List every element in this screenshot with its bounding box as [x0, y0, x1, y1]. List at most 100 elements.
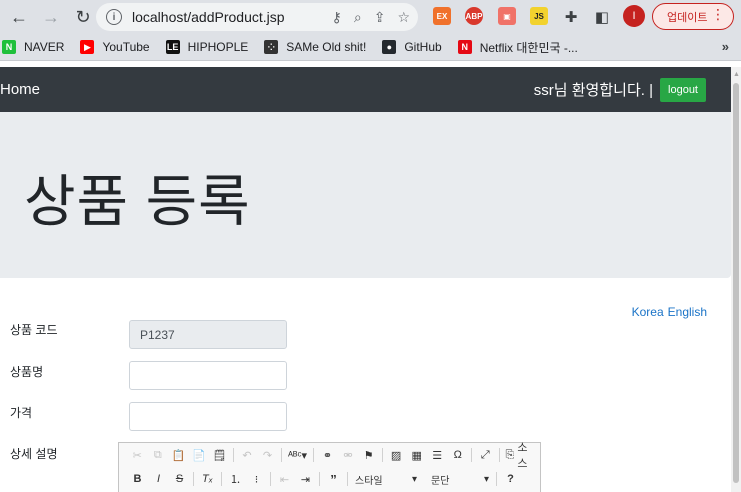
source-icon[interactable]: ⎘ 소스 [503, 442, 540, 470]
zoom-icon[interactable]: ⌕ [354, 9, 362, 26]
back-icon[interactable]: ← [6, 4, 32, 30]
key-icon[interactable]: ⚷ [332, 9, 342, 26]
address-bar[interactable]: i localhost/addProduct.jsp ⚷ ⌕ ⇪ ☆ [96, 3, 418, 31]
forward-icon[interactable]: → [38, 4, 64, 30]
browser-toolbar: ← → ↻ i localhost/addProduct.jsp ⚷ ⌕ ⇪ ☆… [0, 0, 741, 34]
profile-avatar[interactable]: I [623, 5, 645, 27]
korea-link[interactable]: Korea [632, 305, 664, 319]
product-name-field[interactable] [129, 361, 287, 390]
description-label: 상세 설명 [10, 447, 58, 461]
chevron-down-icon: ▾ [411, 473, 417, 485]
redo-icon[interactable]: ↷ [257, 446, 278, 464]
undo-icon[interactable]: ↶ [237, 446, 258, 464]
toolbar-separator [471, 448, 473, 462]
product-name-label: 상품명 [10, 365, 44, 379]
italic-icon[interactable]: I [148, 470, 169, 488]
editor-toolbar-row-2: B I S Tₓ ⒈ ⁝ ⇤ ⇥ ” 스타일 ▾ 문단 ▾ ? [119, 467, 540, 491]
copy-icon[interactable]: ⧉ [148, 446, 169, 464]
page-scrollbar[interactable]: ▲ [731, 67, 741, 492]
strike-icon[interactable]: S [169, 470, 190, 488]
bookmark-same-old-shit[interactable]: ⁘ SAMe Old shit! [264, 40, 366, 54]
bookmark-netflix[interactable]: N Netflix 대한민국 -... [457, 39, 578, 56]
bookmarks-bar: N NAVER ▶ YouTube LE HIPHOPLE ⁘ SAMe Old shit! ●… [0, 34, 741, 61]
puzzle-extensions-icon[interactable]: ✚ [558, 4, 584, 30]
site-info-icon[interactable]: i [106, 9, 122, 25]
horizontal-line-icon[interactable]: ☰ [427, 446, 448, 464]
toolbar-separator [280, 448, 282, 462]
jumbotron: 상품 등록 [0, 112, 731, 278]
toolbar-separator [270, 472, 271, 486]
blockquote-icon[interactable]: ” [323, 470, 344, 488]
reload-icon[interactable]: ↻ [70, 4, 96, 30]
toolbar-separator [313, 448, 315, 462]
bookmark-star-icon[interactable]: ☆ [397, 9, 410, 26]
toolbar-separator [319, 472, 320, 486]
bold-icon[interactable]: B [127, 470, 148, 488]
toolbar-separator [232, 448, 234, 462]
remove-format-icon[interactable]: Tₓ [197, 470, 218, 488]
cut-icon[interactable]: ✂ [127, 446, 148, 464]
js-extension-icon[interactable]: JS [530, 7, 548, 25]
toolbar-separator [496, 472, 497, 486]
bookmark-github[interactable]: ● GitHub [382, 40, 442, 54]
table-icon[interactable]: ▦ [406, 446, 427, 464]
web-page: Home ssr님 환영합니다. | logout 상품 등록 Korea Eng… [0, 67, 731, 492]
style-select[interactable]: 스타일 ▾ [351, 470, 421, 488]
paste-word-icon[interactable]: 🗒 [209, 446, 230, 464]
bookmark-label: Netflix 대한민국 -... [479, 40, 578, 55]
home-link[interactable]: Home [0, 81, 40, 98]
bookmarks-overflow-icon[interactable]: » [722, 39, 729, 54]
paste-text-icon[interactable]: 📄 [189, 446, 210, 464]
same-old-shit-icon: ⁘ [264, 40, 279, 54]
bookmark-youtube[interactable]: ▶ YouTube [80, 40, 150, 54]
screen-extension-icon[interactable]: ▣ [498, 7, 516, 25]
image-icon[interactable]: ▨ [386, 446, 407, 464]
price-label: 가격 [10, 406, 33, 420]
page-title: 상품 등록 [24, 170, 251, 233]
url-text[interactable]: localhost/addProduct.jsp [132, 9, 285, 25]
language-links: Korea English [628, 305, 707, 319]
share-icon[interactable]: ⇪ [374, 9, 386, 26]
bullet-list-icon[interactable]: ⁝ [246, 470, 267, 488]
scrollbar-thumb[interactable] [733, 83, 739, 483]
unlink-icon[interactable]: ⚮ [338, 446, 359, 464]
bookmark-label: HIPHOPLE [187, 40, 249, 54]
product-code-field[interactable]: P1237 [129, 320, 287, 349]
price-field[interactable] [129, 402, 287, 431]
bookmark-hiphople[interactable]: LE HIPHOPLE [165, 40, 249, 54]
welcome-text: ssr님 환영합니다. | [533, 82, 653, 99]
update-button[interactable]: 업데이트 ⋮ [652, 3, 734, 30]
scroll-up-icon[interactable]: ▲ [733, 71, 740, 78]
update-label: 업데이트 [667, 11, 708, 24]
source-label: 소스 [517, 442, 528, 470]
chevron-down-icon: ▾ [483, 473, 489, 485]
naver-icon: N [2, 40, 16, 54]
toolbar-separator [221, 472, 222, 486]
bookmark-label: SAMe Old shit! [286, 40, 367, 54]
github-icon: ● [382, 40, 397, 54]
menu-dots-icon: ⋮ [711, 6, 725, 22]
toolbar-separator [347, 472, 348, 486]
abp-extension-icon[interactable]: ABP [465, 7, 483, 25]
paste-icon[interactable]: 📋 [168, 446, 189, 464]
english-link[interactable]: English [668, 305, 707, 319]
outdent-icon[interactable]: ⇤ [274, 470, 295, 488]
side-panel-icon[interactable]: ◧ [589, 4, 615, 30]
product-code-label: 상품 코드 [10, 323, 58, 337]
link-icon[interactable]: ⚭ [317, 446, 338, 464]
ex-extension-icon[interactable]: EX [433, 7, 451, 25]
bookmark-label: YouTube [102, 40, 150, 54]
anchor-flag-icon[interactable]: ⚑ [358, 446, 379, 464]
indent-icon[interactable]: ⇥ [295, 470, 316, 488]
numbered-list-icon[interactable]: ⒈ [225, 470, 246, 488]
editor-toolbar-row-1: ✂ ⧉ 📋 📄 🗒 ↶ ↷ ᴬᴮᶜ▾ ⚭ ⚮ ⚑ ▨ ▦ ☰ Ω ⤢ ⎘ 소스 [119, 442, 540, 470]
special-char-icon[interactable]: Ω [447, 446, 468, 464]
logout-button[interactable]: logout [660, 78, 706, 102]
bookmark-naver[interactable]: N NAVER [2, 40, 64, 54]
format-select[interactable]: 문단 ▾ [427, 470, 493, 488]
help-icon[interactable]: ? [500, 470, 521, 488]
rich-text-editor[interactable]: ✂ ⧉ 📋 📄 🗒 ↶ ↷ ᴬᴮᶜ▾ ⚭ ⚮ ⚑ ▨ ▦ ☰ Ω ⤢ ⎘ 소스 … [118, 442, 541, 492]
spellcheck-icon[interactable]: ᴬᴮᶜ▾ [285, 446, 310, 464]
maximize-icon[interactable]: ⤢ [475, 446, 496, 464]
netflix-icon: N [457, 40, 472, 54]
